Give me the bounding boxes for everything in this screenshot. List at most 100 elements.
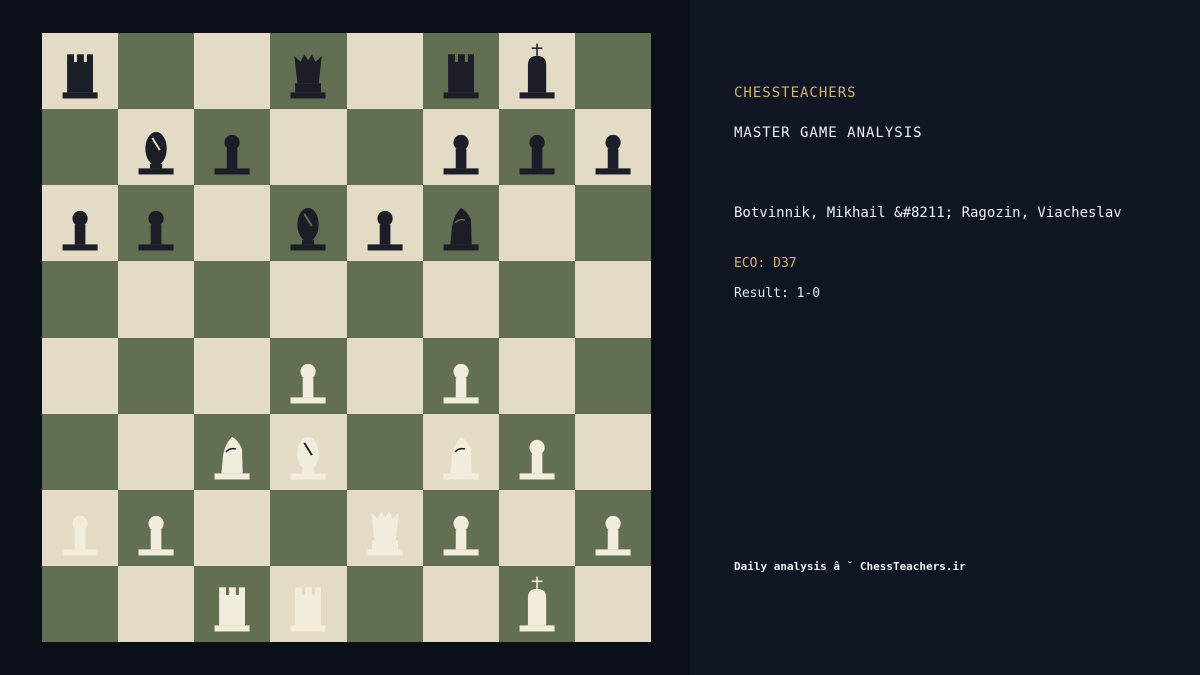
white-pawn-icon[interactable] [423,490,499,566]
square-a7[interactable] [42,109,119,186]
square-e7[interactable] [346,109,423,186]
square-f8[interactable] [422,33,499,110]
white-pawn-icon[interactable] [270,338,346,414]
square-a6[interactable] [42,185,119,262]
square-h4[interactable] [574,337,651,414]
square-a2[interactable] [42,489,119,566]
square-g2[interactable] [498,489,575,566]
square-b8[interactable] [118,33,195,110]
square-e1[interactable] [346,565,423,642]
square-g4[interactable] [498,337,575,414]
square-e4[interactable] [346,337,423,414]
black-pawn-icon[interactable] [575,109,651,185]
square-g1[interactable] [498,565,575,642]
white-pawn-icon[interactable] [575,490,651,566]
black-bishop-icon[interactable] [118,109,194,185]
white-rook-icon[interactable] [194,566,270,642]
square-h5[interactable] [574,261,651,338]
black-pawn-icon[interactable] [118,185,194,261]
white-bishop-icon[interactable] [270,414,346,490]
square-b7[interactable] [118,109,195,186]
brand-title: CHESSTEACHERS [734,85,857,101]
white-pawn-icon[interactable] [423,338,499,414]
black-rook-icon[interactable] [423,33,499,109]
black-rook-icon[interactable] [42,33,118,109]
square-c7[interactable] [194,109,271,186]
square-g6[interactable] [498,185,575,262]
square-a4[interactable] [42,337,119,414]
white-queen-icon[interactable] [347,490,423,566]
square-c4[interactable] [194,337,271,414]
square-b5[interactable] [118,261,195,338]
square-a8[interactable] [42,33,119,110]
square-c5[interactable] [194,261,271,338]
square-f4[interactable] [422,337,499,414]
square-c1[interactable] [194,565,271,642]
black-pawn-icon[interactable] [499,109,575,185]
square-e8[interactable] [346,33,423,110]
white-king-icon[interactable] [499,566,575,642]
square-b3[interactable] [118,413,195,490]
square-a5[interactable] [42,261,119,338]
white-knight-icon[interactable] [423,414,499,490]
game-result: Result: 1-0 [734,286,821,301]
black-king-icon[interactable] [499,33,575,109]
black-knight-icon[interactable] [423,185,499,261]
game-players: Botvinnik, Mikhail &#8211; Ragozin, Viac… [734,205,1122,221]
white-pawn-icon[interactable] [499,414,575,490]
square-e6[interactable] [346,185,423,262]
square-a3[interactable] [42,413,119,490]
page-subtitle: MASTER GAME ANALYSIS [734,125,923,141]
black-pawn-icon[interactable] [347,185,423,261]
square-d1[interactable] [270,565,347,642]
square-g5[interactable] [498,261,575,338]
square-b4[interactable] [118,337,195,414]
white-rook-icon[interactable] [270,566,346,642]
square-h1[interactable] [574,565,651,642]
square-d6[interactable] [270,185,347,262]
square-e3[interactable] [346,413,423,490]
black-pawn-icon[interactable] [42,185,118,261]
white-pawn-icon[interactable] [42,490,118,566]
square-e5[interactable] [346,261,423,338]
square-a1[interactable] [42,565,119,642]
square-d4[interactable] [270,337,347,414]
square-f2[interactable] [422,489,499,566]
square-d5[interactable] [270,261,347,338]
square-c6[interactable] [194,185,271,262]
square-d2[interactable] [270,489,347,566]
square-g7[interactable] [498,109,575,186]
square-b2[interactable] [118,489,195,566]
square-g8[interactable] [498,33,575,110]
board-panel [0,0,690,675]
square-f5[interactable] [422,261,499,338]
square-f6[interactable] [422,185,499,262]
square-c2[interactable] [194,489,271,566]
square-e2[interactable] [346,489,423,566]
square-b6[interactable] [118,185,195,262]
square-f1[interactable] [422,565,499,642]
white-knight-icon[interactable] [194,414,270,490]
square-c3[interactable] [194,413,271,490]
white-pawn-icon[interactable] [118,490,194,566]
info-panel: CHESSTEACHERS MASTER GAME ANALYSIS Botvi… [690,0,1200,675]
square-d3[interactable] [270,413,347,490]
square-c8[interactable] [194,33,271,110]
black-pawn-icon[interactable] [194,109,270,185]
square-h7[interactable] [574,109,651,186]
black-bishop-icon[interactable] [270,185,346,261]
chess-board[interactable] [42,33,651,642]
square-b1[interactable] [118,565,195,642]
black-queen-icon[interactable] [270,33,346,109]
square-h3[interactable] [574,413,651,490]
eco-code: ECO: D37 [734,256,797,271]
black-pawn-icon[interactable] [423,109,499,185]
square-d7[interactable] [270,109,347,186]
square-h6[interactable] [574,185,651,262]
square-h8[interactable] [574,33,651,110]
square-h2[interactable] [574,489,651,566]
square-d8[interactable] [270,33,347,110]
square-f3[interactable] [422,413,499,490]
square-g3[interactable] [498,413,575,490]
square-f7[interactable] [422,109,499,186]
